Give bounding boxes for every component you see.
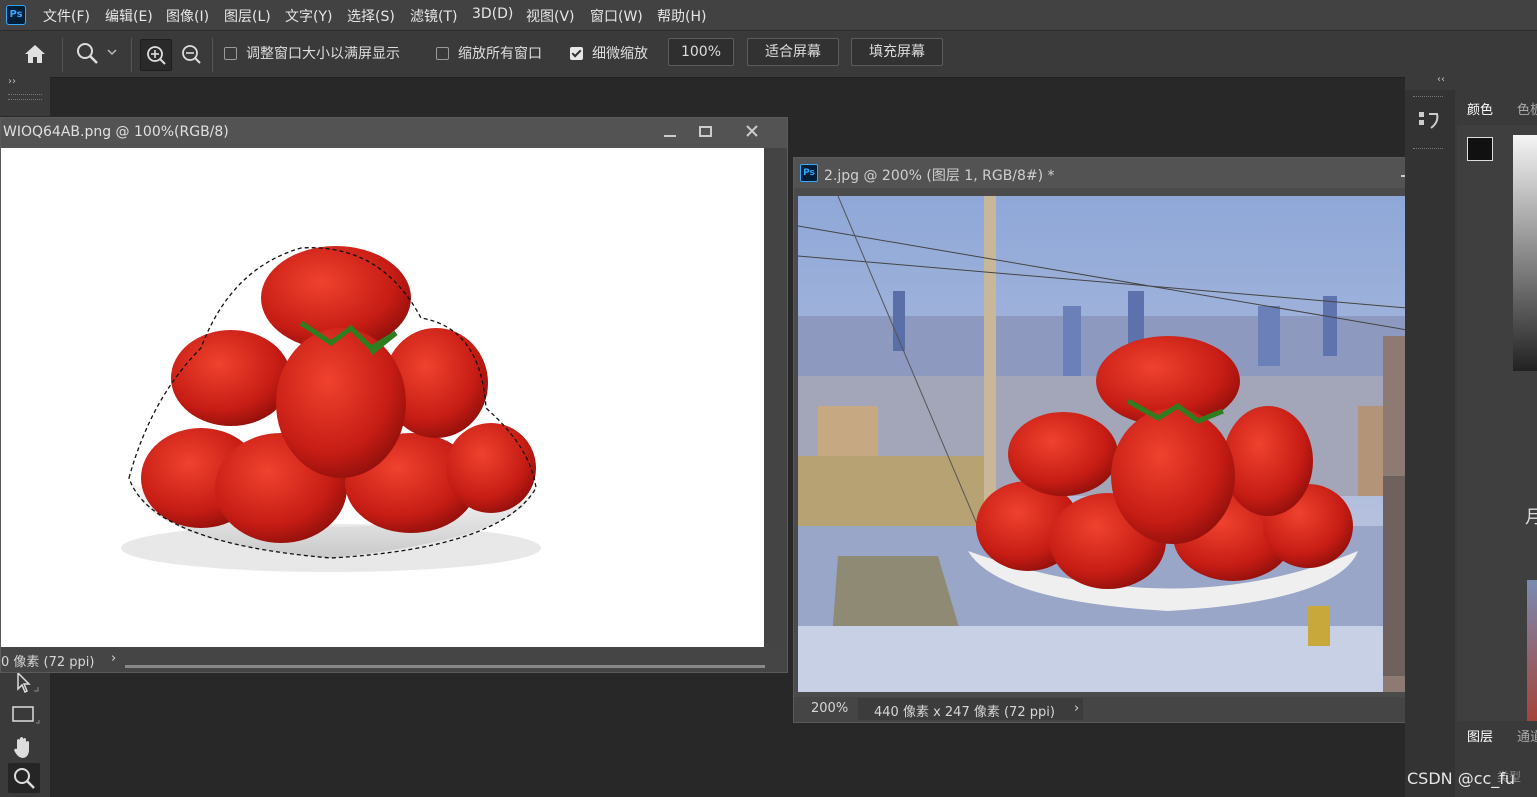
doc2-title: 2.jpg @ 200% (图层 1, RGB/8#) * [824,168,1055,184]
menu-edit[interactable]: 编辑(E) [105,6,153,26]
menu-filter[interactable]: 滤镜(T) [410,6,457,26]
menu-bar: Ps 文件(F) 编辑(E) 图像(I) 图层(L) 文字(Y) 选择(S) 滤… [0,0,1537,30]
hand-tool-icon[interactable] [8,733,40,761]
layers-panel-tabs: 图层 通道 [1457,721,1537,751]
tab-swatches[interactable]: 色板 [1517,99,1537,118]
expand-panel-icon[interactable]: ›› [8,76,16,87]
zoom-tool-selected-icon[interactable] [8,763,40,793]
zoom-in-icon [147,46,166,65]
menu-image[interactable]: 图像(I) [166,6,209,26]
maximize-icon[interactable] [692,122,718,142]
drag-grip-icon[interactable] [1413,96,1443,100]
tab-layers[interactable]: 图层 [1467,726,1493,745]
menu-type[interactable]: 文字(Y) [285,6,332,26]
strawberry-plate-image [121,246,541,572]
doc1-title: WIOQ64AB.png @ 100%(RGB/8) [3,124,229,140]
zoom-in-button[interactable] [140,39,172,71]
doc1-titlebar[interactable]: WIOQ64AB.png @ 100%(RGB/8) [1,118,787,148]
doc1-status-text: 0 像素 (72 ppi) [1,655,95,670]
menu-view[interactable]: 视图(V) [526,6,575,26]
doc2-zoom-level[interactable]: 200% [811,701,848,716]
zoom-out-button[interactable] [176,39,206,69]
zoom-all-windows-label: 缩放所有窗口 [458,46,542,62]
resize-windows-checkbox[interactable] [224,47,237,60]
zoom-all-windows-checkbox[interactable] [436,47,449,60]
history-icon[interactable] [1415,108,1445,134]
doc1-horizontal-scrollbar[interactable] [125,665,765,668]
color-panel-tabs: 颜色 色板 [1457,90,1537,125]
menu-select[interactable]: 选择(S) [347,6,395,26]
color-panel-body: 月 [1457,125,1537,740]
photoshop-logo[interactable]: Ps [6,5,26,25]
scrubby-zoom-checkbox[interactable] [570,47,583,60]
tab-color[interactable]: 颜色 [1467,99,1493,118]
right-panels: ‹‹ 颜色 色板 月 图层 通道 类型 [1405,74,1537,797]
photoshop-doc-icon: Ps [800,164,818,182]
drag-grip-icon[interactable] [8,94,42,100]
doc2-status-text: 440 像素 x 247 像素 (72 ppi) [874,705,1055,720]
chevron-right-icon[interactable]: › [1074,701,1079,716]
csdn-watermark: CSDN @cc_fu [1407,769,1516,788]
doc2-canvas[interactable] [798,196,1501,692]
fill-screen-button[interactable]: 填充屏幕 [851,38,943,66]
zoom-out-icon [182,45,201,64]
menu-help[interactable]: 帮助(H) [657,6,706,26]
move-tool-icon[interactable] [8,669,40,697]
city-strawberry-composite-image [798,196,1501,692]
close-icon[interactable] [739,122,765,142]
menu-3d[interactable]: 3D(D) [472,6,513,22]
zoom-tool-icon[interactable] [74,40,100,66]
menu-file[interactable]: 文件(F) [43,6,90,26]
fit-screen-button[interactable]: 适合屏幕 [747,38,839,66]
chevron-right-icon[interactable]: › [111,651,116,666]
panel-icon-strip [1405,90,1455,797]
collapse-panels-icon[interactable]: ‹‹ [1437,74,1445,85]
drag-grip-icon[interactable] [1413,148,1443,152]
menu-window[interactable]: 窗口(W) [590,6,643,26]
doc1-vertical-scrollbar[interactable] [764,148,787,647]
minimize-icon[interactable] [657,122,683,142]
chevron-down-icon[interactable] [106,46,118,58]
scrubby-zoom-label: 细微缩放 [592,46,648,62]
document-window-1: WIOQ64AB.png @ 100%(RGB/8) 0 像素 (72 ppi)… [0,117,788,673]
tab-channels[interactable]: 通道 [1517,726,1537,745]
color-gradient-field[interactable] [1513,135,1537,371]
menu-layer[interactable]: 图层(L) [224,6,271,26]
resize-windows-label: 调整窗口大小以满屏显示 [246,46,400,62]
doc1-canvas[interactable] [1,148,764,647]
toolbar-tools [0,665,50,797]
layer-thumbnail[interactable] [1527,580,1537,740]
zoom-value-field[interactable]: 100% [668,38,734,66]
clipped-panel-text: 月 [1525,507,1537,528]
toolbar-header: ›› [0,76,50,116]
home-icon[interactable] [22,42,48,66]
doc1-status-bar: 0 像素 (72 ppi) › [1,647,787,672]
marquee-tool-icon[interactable] [8,701,40,729]
foreground-color-swatch[interactable] [1467,137,1493,161]
